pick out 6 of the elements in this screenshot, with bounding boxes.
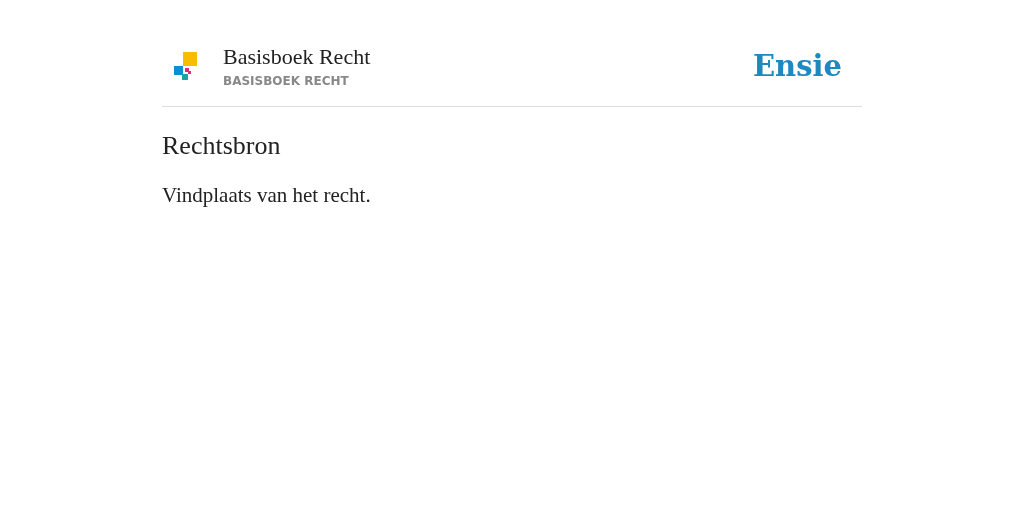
book-subtitle: BASISBOEK RECHT xyxy=(223,74,350,88)
brand-logo[interactable]: Ensie xyxy=(753,49,842,83)
entry-definition: Vindplaats van het recht. xyxy=(162,183,372,208)
book-title: Basisboek Recht xyxy=(223,44,371,70)
logo-icon xyxy=(174,51,197,81)
entry-term: Rechtsbron xyxy=(162,131,282,161)
